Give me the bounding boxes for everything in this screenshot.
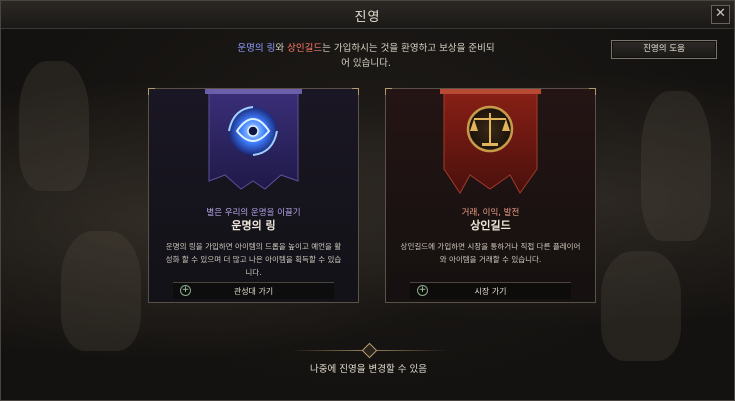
faction-window: 진영 ✕ 운명의 링와 상인길드는 가입하시는 것을 환영하고 보상을 준비되 …	[0, 0, 735, 401]
go-to-market-button[interactable]: + 시장 가기	[410, 282, 571, 299]
corner-ornament	[589, 88, 596, 95]
background-statue-right-lower	[601, 251, 681, 361]
welcome-line1-rest: 는 가입하시는 것을 환영하고 보상을 준비되	[322, 43, 495, 54]
faction-description: 상인길드에 가입하면 시장을 통하거나 직접 다른 플레이어와 아이템을 거래할…	[400, 242, 581, 264]
footer-note: 나중에 진영을 변경할 수 있음	[310, 364, 427, 375]
welcome-conjunction: 와	[275, 43, 288, 54]
welcome-message: 운명의 링와 상인길드는 가입하시는 것을 환영하고 보상을 준비되 어 있습니…	[221, 41, 511, 71]
action-label: 시장 가기	[474, 287, 507, 296]
welcome-ring-name: 운명의 링	[237, 43, 276, 54]
faction-guide-button[interactable]: 진영의 도움	[611, 40, 717, 59]
guild-banner-emblem	[440, 89, 541, 194]
title-bar: 진영 ✕	[1, 1, 734, 29]
action-label: 관성대 가기	[233, 287, 274, 296]
window-title: 진영	[354, 10, 381, 25]
go-to-observatory-button[interactable]: + 관성대 가기	[173, 282, 334, 299]
close-icon: ✕	[715, 6, 726, 21]
corner-ornament	[352, 88, 359, 95]
welcome-guild-name: 상인길드	[287, 43, 323, 54]
background-statue-right	[641, 91, 711, 241]
close-button[interactable]: ✕	[711, 5, 730, 24]
welcome-line2: 어 있습니다.	[341, 58, 391, 69]
faction-name: 상인길드	[470, 219, 511, 232]
corner-ornament	[148, 88, 155, 95]
ring-banner-emblem	[205, 89, 302, 190]
faction-description: 운명의 링을 가입하면 아이템의 드롭을 높이고 예언을 활성화 할 수 있으며…	[165, 242, 342, 277]
faction-panel-ring[interactable]: 별은 우리의 운명을 이끌기 운명의 링 운명의 링을 가입하면 아이템의 드롭…	[148, 88, 359, 303]
diamond-ornament-icon	[361, 342, 378, 359]
faction-name: 운명의 링	[231, 219, 276, 232]
background-statue-left	[19, 61, 89, 191]
faction-panel-guild[interactable]: 거래, 이익, 발전 상인길드 상인길드에 가입하면 시장을 통하거나 직접 다…	[385, 88, 596, 303]
corner-ornament	[385, 88, 392, 95]
background-statue-left-lower	[61, 231, 141, 351]
